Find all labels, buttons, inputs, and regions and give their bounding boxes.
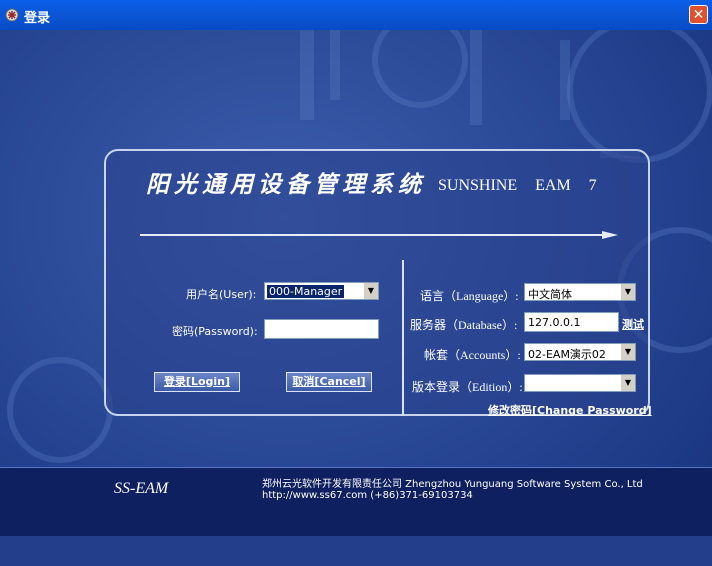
user-select[interactable]: 000-Manager ▼ (264, 282, 379, 300)
database-label: 服务器（Database）: (410, 318, 518, 332)
login-button[interactable]: 登录[Login] (154, 372, 240, 392)
app-icon (5, 8, 19, 22)
chevron-down-icon[interactable]: ▼ (620, 284, 635, 300)
change-password-link[interactable]: 修改密码[Change Password] (488, 402, 652, 418)
brand-name: SS-EAM (114, 480, 169, 497)
user-select-value: 000-Manager (267, 285, 345, 298)
test-connection-link[interactable]: 测试 (622, 316, 644, 332)
client-area: 阳光通用设备管理系统 SUNSHINE EAM 7 用户名(User): 000… (0, 30, 712, 566)
chevron-down-icon[interactable]: ▼ (620, 344, 635, 360)
close-icon: ✕ (692, 7, 705, 23)
accounts-select-value: 02-EAM演示02 (528, 348, 606, 361)
system-name: 阳光通用设备管理系统 (146, 171, 426, 198)
column-divider (402, 260, 404, 416)
database-input-value: 127.0.0.1 (528, 316, 581, 329)
title-bar[interactable]: 登录 ✕ (0, 0, 712, 30)
user-label: 用户名(User): (186, 288, 257, 301)
window-title: 登录 (24, 11, 51, 26)
login-window: 登录 ✕ 阳光通用设备管理系统 SUNSHINE EAM 7 用户名(User)… (0, 0, 712, 566)
company-name: 郑州云光软件开发有限责任公司 Zhengzhou Yunguang Softwa… (262, 479, 643, 490)
language-label: 语言（Language）: (420, 289, 519, 303)
accounts-select[interactable]: 02-EAM演示02 ▼ (524, 343, 636, 361)
language-select[interactable]: 中文简体 ▼ (524, 283, 636, 301)
accounts-label: 帐套（Accounts）: (424, 348, 521, 362)
chevron-down-icon[interactable]: ▼ (620, 375, 635, 391)
footer-band: SS-EAM 郑州云光软件开发有限责任公司 Zhengzhou Yunguang… (0, 467, 712, 536)
contact-info: http://www.ss67.com (+86)371-69103734 (262, 490, 473, 501)
chevron-down-icon[interactable]: ▼ (363, 283, 378, 299)
language-select-value: 中文简体 (528, 288, 572, 301)
system-subtitle: SUNSHINE EAM 7 (438, 177, 597, 194)
footer-divider (0, 467, 712, 468)
password-label: 密码(Password): (172, 325, 258, 338)
arrow-underline-icon (140, 231, 618, 239)
edition-label: 版本登录（Edition）: (412, 380, 523, 394)
close-button[interactable]: ✕ (689, 5, 708, 24)
cancel-button[interactable]: 取消[Cancel] (286, 372, 372, 392)
bottom-band (0, 536, 712, 566)
password-input[interactable] (264, 319, 379, 339)
login-panel: 阳光通用设备管理系统 SUNSHINE EAM 7 用户名(User): 000… (104, 149, 652, 418)
database-input[interactable]: 127.0.0.1 (524, 312, 619, 332)
edition-select[interactable]: ▼ (524, 374, 636, 392)
